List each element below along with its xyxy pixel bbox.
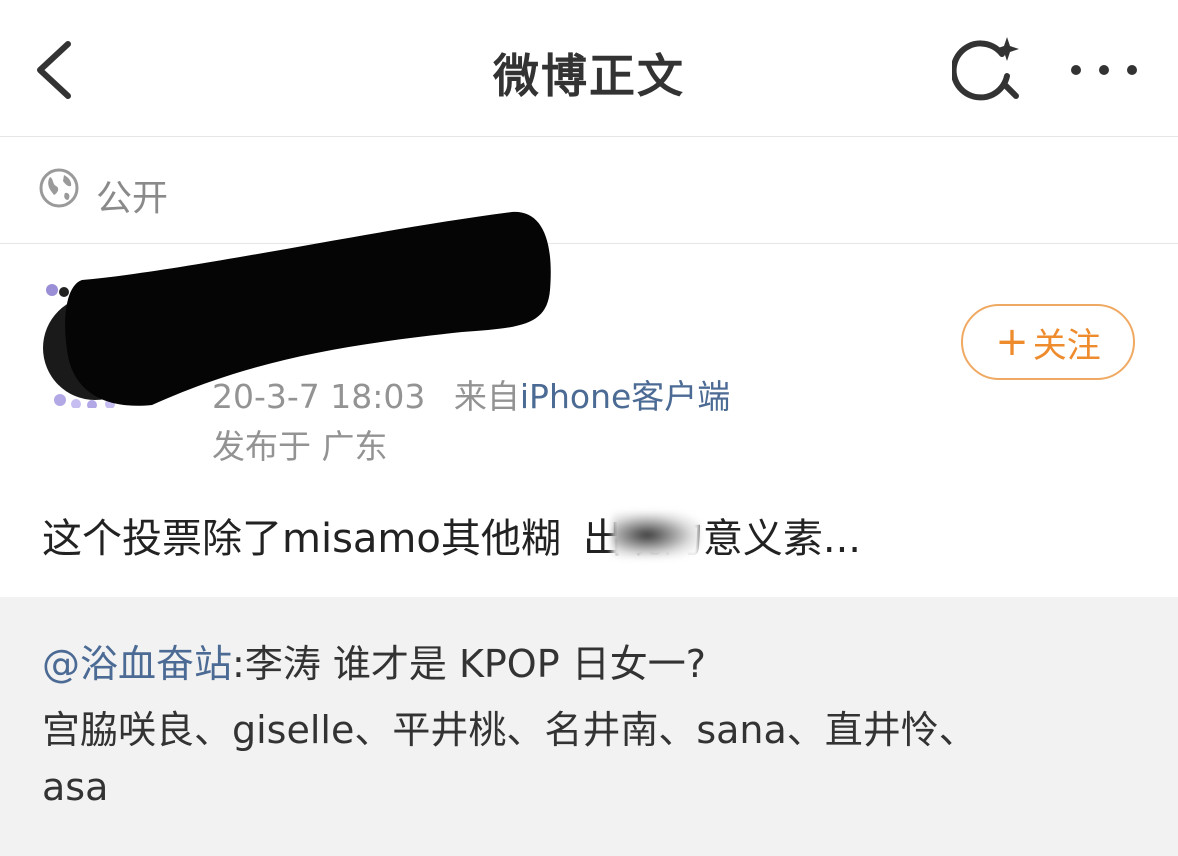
follow-button[interactable]: + 关注: [961, 304, 1135, 380]
post-timestamp: 20-3-7 18:03: [212, 377, 426, 416]
plus-icon: +: [995, 319, 1029, 365]
nav-bar: 微博正文: [0, 0, 1178, 137]
repost-mention[interactable]: @浴血奋站: [42, 642, 232, 686]
repost-text-1: :李涛 谁才是 KPOP 日女一?: [232, 642, 706, 686]
repost-line-3: asa: [42, 765, 109, 809]
search-button[interactable]: [950, 34, 1026, 104]
repost-block[interactable]: @浴血奋站:李涛 谁才是 KPOP 日女一? 宫脇咲良、giselle、平井桃、…: [0, 597, 1178, 856]
more-dots-icon: [1071, 65, 1137, 75]
post-meta: 20-3-7 18:03 来自iPhone客户端: [212, 370, 730, 418]
repost-line-2: 宫脇咲良、giselle、平井桃、名井南、sana、直井怜、: [42, 708, 977, 752]
follow-label: 关注: [1032, 325, 1101, 366]
post-location: 发布于 广东: [212, 427, 388, 466]
more-button[interactable]: [1068, 50, 1140, 90]
source-prefix: 来自: [453, 377, 520, 416]
blur-patch: [612, 512, 700, 558]
repost-line-1: @浴血奋站:李涛 谁才是 KPOP 日女一?: [42, 633, 706, 688]
post-source[interactable]: iPhone客户端: [520, 377, 730, 416]
post-text[interactable]: 这个投票除了misamo其他糊 出现的意义素...: [42, 506, 861, 564]
search-sparkle-icon: [950, 37, 1019, 101]
post-text-start: 这个投票除了misamo其他糊: [42, 516, 561, 562]
